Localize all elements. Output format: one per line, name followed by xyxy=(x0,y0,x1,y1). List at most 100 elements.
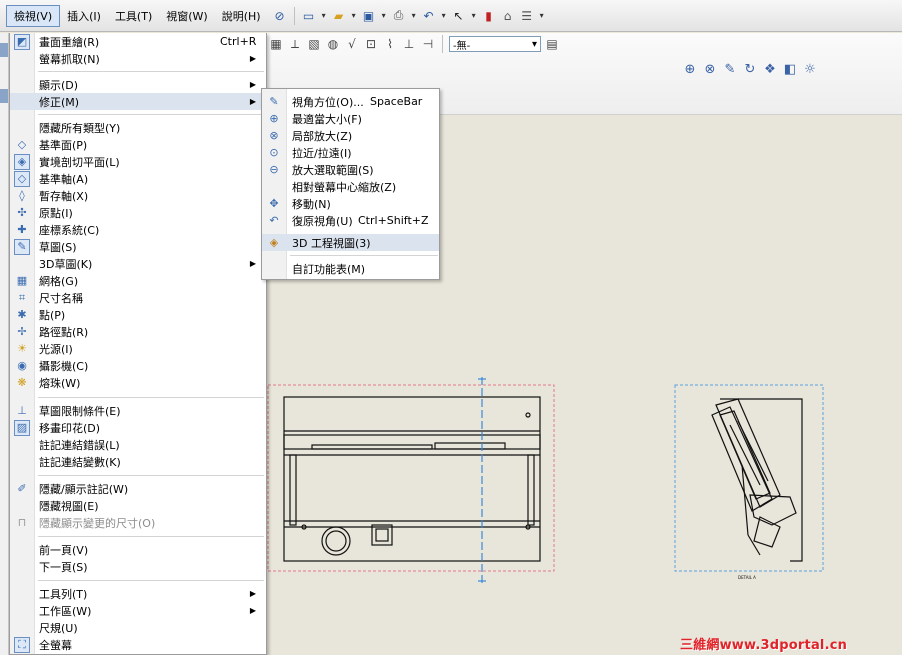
menu-tools[interactable]: 工具(T) xyxy=(108,6,159,26)
weld-bead-icon: ❋ xyxy=(17,376,27,389)
menu-item-modify[interactable]: 修正(M) ▶ xyxy=(10,93,266,110)
chevron-down-icon[interactable]: ▾ xyxy=(410,8,418,24)
traffic-light-icon[interactable]: ▮ xyxy=(481,8,497,24)
rotate-view-icon[interactable]: ↻ xyxy=(742,61,758,77)
chevron-down-icon[interactable]: ▾ xyxy=(440,8,448,24)
menu-item-decals[interactable]: ▨ 移畫印花(D) xyxy=(10,419,266,436)
menu-item-next-page[interactable]: 下一頁(S) xyxy=(10,558,266,575)
save-icon[interactable]: ▣ xyxy=(361,8,377,24)
menu-item-annotation-link-errors[interactable]: 註記連結錯誤(L) xyxy=(10,436,266,453)
menu-item-redraw[interactable]: ◩ 畫面重繪(R) Ctrl+R xyxy=(10,33,266,50)
submenu-item-zoom-fit[interactable]: ⊕ 最適當大小(F) xyxy=(262,110,439,127)
submenu-item-zoom-area[interactable]: ⊗ 局部放大(Z) xyxy=(262,127,439,144)
select-arrow-icon[interactable]: ↖ xyxy=(451,8,467,24)
menu-item-coordinate-systems[interactable]: ✚ 座標系統(C) xyxy=(10,221,266,238)
submenu-item-zoom-inout[interactable]: ⊙ 拉近/拉遠(I) xyxy=(262,144,439,161)
layer-icon[interactable]: ▦ xyxy=(268,36,284,52)
open-folder-icon[interactable]: ▰ xyxy=(331,8,347,24)
surface-finish-icon[interactable]: √ xyxy=(344,36,360,52)
menu-item-sketches[interactable]: ✎ 草圖(S) xyxy=(10,238,266,255)
view-orientation-icon[interactable]: ❖ xyxy=(762,61,778,77)
datum-target-icon[interactable]: ⊥ xyxy=(401,36,417,52)
menu-item-label: 工具列(T) xyxy=(39,587,88,601)
menu-item-dimension-names[interactable]: ⌗ 尺寸名稱 xyxy=(10,289,266,306)
menu-item-grid[interactable]: ▦ 網格(G) xyxy=(10,272,266,289)
menu-item-label: 網格(G) xyxy=(39,274,79,288)
menu-insert[interactable]: 插入(I) xyxy=(60,6,108,26)
geometric-tolerance-icon[interactable]: ⊣ xyxy=(420,36,436,52)
menu-item-origins[interactable]: ✣ 原點(I) xyxy=(10,204,266,221)
menu-item-fullscreen[interactable]: ⛶ 全螢幕 xyxy=(10,636,266,653)
new-document-icon[interactable]: ▭ xyxy=(301,8,317,24)
options-icon[interactable]: ⌂ xyxy=(500,8,516,24)
modify-submenu: ✎ 視角方位(O)... SpaceBar ⊕ 最適當大小(F) ⊗ 局部放大(… xyxy=(261,88,440,280)
menu-item-display[interactable]: 顯示(D) ▶ xyxy=(10,76,266,93)
menu-item-route-points[interactable]: ✢ 路徑點(R) xyxy=(10,323,266,340)
chevron-down-icon[interactable]: ▾ xyxy=(320,8,328,24)
submenu-arrow-icon: ▶ xyxy=(249,54,256,63)
datum-icon[interactable]: ⊡ xyxy=(363,36,379,52)
point-icon: ✱ xyxy=(17,308,27,321)
panel-tab[interactable] xyxy=(0,43,8,57)
menu-view[interactable]: 檢視(V) xyxy=(6,4,61,27)
menu-item-points[interactable]: ✱ 點(P) xyxy=(10,306,266,323)
menu-item-annotation-link-variables[interactable]: 註記連結變數(K) xyxy=(10,453,266,470)
menu-item-hide-show-annotations[interactable]: ✐ 隱藏/顯示註記(W) xyxy=(10,480,266,497)
menu-item-label: 畫面重繪(R) xyxy=(39,35,100,49)
menu-item-previous-page[interactable]: 前一頁(V) xyxy=(10,541,266,558)
chevron-down-icon[interactable]: ▾ xyxy=(470,8,478,24)
menu-item-sketch-relations[interactable]: ⊥ 草圖限制條件(E) xyxy=(10,402,266,419)
chevron-down-icon[interactable]: ▾ xyxy=(380,8,388,24)
layer-properties-icon[interactable]: ▤ xyxy=(544,36,560,52)
dimension-icon[interactable]: ⟂ xyxy=(287,36,303,52)
submenu-item-zoom-center[interactable]: 相對螢幕中心縮放(Z) xyxy=(262,178,439,195)
menu-item-weld-beads[interactable]: ❋ 熔珠(W) xyxy=(10,374,266,391)
section-plane-icon: ◈ xyxy=(14,153,30,170)
menu-item-cameras[interactable]: ◉ 攝影機(C) xyxy=(10,357,266,374)
menu-item-3d-sketches[interactable]: 3D草圖(K) ▶ xyxy=(10,255,266,272)
menu-window[interactable]: 視窗(W) xyxy=(159,6,214,26)
menu-item-lights[interactable]: ☀ 光源(I) xyxy=(10,340,266,357)
weld-symbol-icon[interactable]: ⌇ xyxy=(382,36,398,52)
menu-item-hide-all-types[interactable]: 隱藏所有類型(Y) xyxy=(10,119,266,136)
print-icon[interactable]: ⎙ xyxy=(391,8,407,24)
layer-combo[interactable]: -無- ▾ xyxy=(449,36,541,52)
hatch-icon[interactable]: ▧ xyxy=(306,36,322,52)
menu-item-label: 草圖限制條件(E) xyxy=(39,404,121,418)
menu-item-screen-capture[interactable]: 螢幕抓取(N) ▶ xyxy=(10,50,266,67)
balloon-icon[interactable]: ◍ xyxy=(325,36,341,52)
list-icon[interactable]: ☰ xyxy=(519,8,535,24)
menu-item-axes[interactable]: ◇ 基準軸(A) xyxy=(10,170,266,187)
chevron-down-icon[interactable]: ▾ xyxy=(538,8,546,24)
section-view-icon[interactable]: ✎ xyxy=(722,61,738,77)
submenu-item-pan[interactable]: ✥ 移動(N) xyxy=(262,195,439,212)
menu-item-rulers[interactable]: 尺規(U) xyxy=(10,619,266,636)
menu-item-label: 暫存軸(X) xyxy=(39,189,89,203)
layer-combo-value: -無- xyxy=(453,40,471,52)
menu-item-hide-changed-dimensions[interactable]: ⊓ 隱藏顯示變更的尺寸(O) xyxy=(10,514,266,531)
menu-item-hide-view[interactable]: 隱藏視圖(E) xyxy=(10,497,266,514)
menu-item-temp-axes[interactable]: ◊ 暫存軸(X) xyxy=(10,187,266,204)
menu-item-label: 光源(I) xyxy=(39,342,73,356)
hide-show-items-icon[interactable]: ☼ xyxy=(802,61,818,77)
undo-icon[interactable]: ↶ xyxy=(421,8,437,24)
menu-item-label: 尺寸名稱 xyxy=(39,291,83,305)
menu-item-label: 拉近/拉遠(I) xyxy=(292,146,352,160)
menu-item-toolbars[interactable]: 工具列(T) ▶ xyxy=(10,585,266,602)
zoom-area-icon[interactable]: ⊗ xyxy=(702,61,718,77)
submenu-item-3d-drawing-view[interactable]: ◈ 3D 工程視圖(3) xyxy=(262,234,439,251)
zoom-fit-icon[interactable]: ⊕ xyxy=(682,61,698,77)
menu-item-section-planes[interactable]: ◈ 實境剖切平面(L) xyxy=(10,153,266,170)
submenu-item-undo-view[interactable]: ↶ 復原視角(U) Ctrl+Shift+Z xyxy=(262,212,439,229)
pin-icon[interactable]: ⊘ xyxy=(272,8,288,24)
menu-item-planes[interactable]: ◇ 基準面(P) xyxy=(10,136,266,153)
chevron-down-icon[interactable]: ▾ xyxy=(350,8,358,24)
menu-item-workspace[interactable]: 工作區(W) ▶ xyxy=(10,602,266,619)
menu-help[interactable]: 說明(H) xyxy=(215,6,268,26)
submenu-item-zoom-selection[interactable]: ⊖ 放大選取範圍(S) xyxy=(262,161,439,178)
menu-separator xyxy=(290,255,438,256)
panel-tab[interactable] xyxy=(0,89,8,103)
submenu-item-customize-menu[interactable]: 自訂功能表(M) xyxy=(262,260,439,277)
submenu-item-view-orientation[interactable]: ✎ 視角方位(O)... SpaceBar xyxy=(262,93,439,110)
display-style-icon[interactable]: ◧ xyxy=(782,61,798,77)
